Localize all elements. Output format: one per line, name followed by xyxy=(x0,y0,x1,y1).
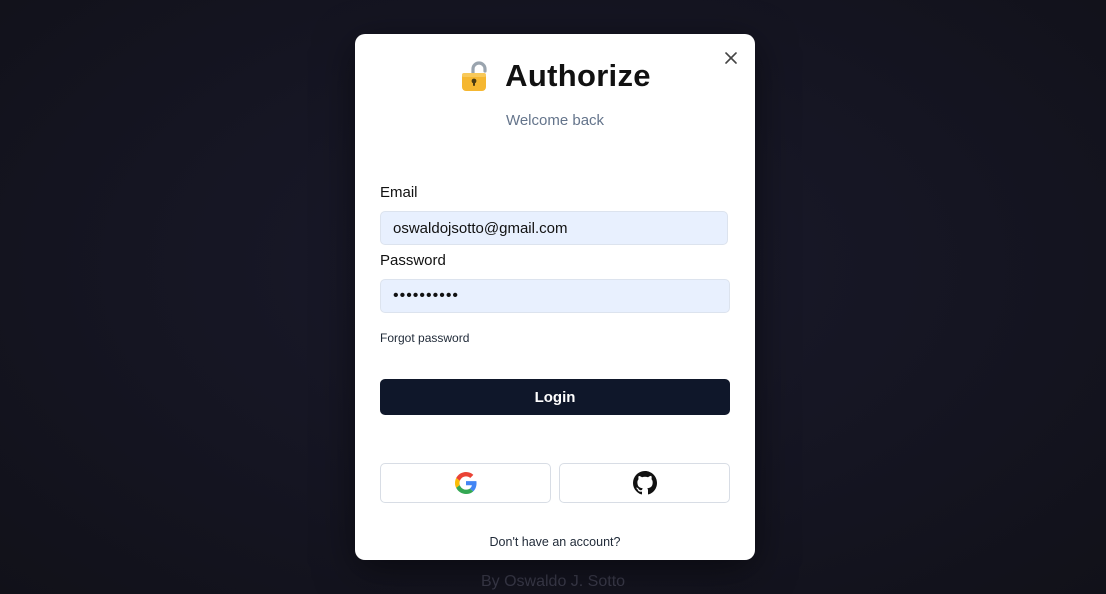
signup-link[interactable]: Don't have an account? xyxy=(355,535,755,549)
modal-header: Authorize xyxy=(355,56,755,96)
email-field[interactable] xyxy=(380,211,728,245)
email-label: Email xyxy=(380,184,418,201)
password-field[interactable] xyxy=(380,279,730,313)
google-login-button[interactable] xyxy=(380,463,551,503)
github-icon xyxy=(632,471,657,495)
password-label: Password xyxy=(380,252,446,269)
authorize-modal: Authorize Welcome back Email Password Fo… xyxy=(355,34,755,560)
author-credit: By Oswaldo J. Sotto xyxy=(480,573,626,590)
modal-title: Authorize xyxy=(505,58,651,93)
forgot-password-link[interactable]: Forgot password xyxy=(380,331,469,345)
modal-subtitle: Welcome back xyxy=(505,112,605,129)
lock-icon xyxy=(462,61,487,91)
github-login-button[interactable] xyxy=(559,463,730,503)
google-icon xyxy=(454,472,477,494)
login-button[interactable]: Login xyxy=(380,379,730,415)
